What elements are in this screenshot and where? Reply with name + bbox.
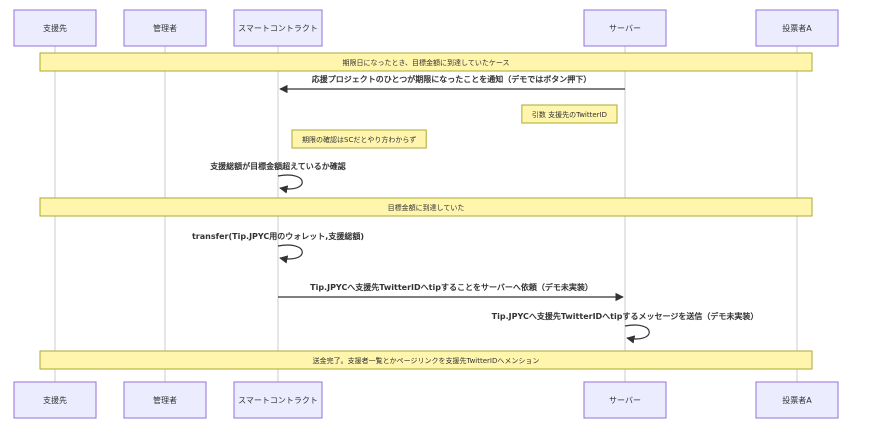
self-message-label: transfer(Tip.JPYC用のウォレット,支援総額) — [192, 231, 364, 241]
actor-label: 支援先 — [43, 23, 67, 33]
note-text: 引数 支援先のTwitterID — [532, 110, 607, 119]
message-label: 応援プロジェクトのひとつが期限になったことを通知（デモではボタン押下） — [312, 74, 591, 84]
banner-text: 目標金額に到達していた — [388, 203, 465, 212]
self-message-arrow — [624, 324, 650, 344]
self-message-label: 支援総額が目標金額超えているか確認 — [209, 161, 346, 171]
self-message-arrow — [277, 244, 303, 264]
actor-investor-top: 投票者A — [755, 9, 839, 47]
actor-contract-top: スマートコントラクト — [233, 9, 323, 47]
actor-admin-top: 管理者 — [123, 9, 207, 47]
actor-supported-top: 支援先 — [13, 9, 97, 47]
actors-top: 支援先 管理者 スマートコントラクト サーバー 投票者A — [13, 9, 839, 47]
self-message: 支援総額が目標金額超えているか確認 — [209, 161, 346, 194]
actors-bottom: 支援先 管理者 スマートコントラクト サーバー 投票者A — [13, 381, 839, 419]
banner-text: 送金完了。支援者一覧とかページリンクを支援先TwitterIDへメンション — [313, 356, 540, 365]
actor-label: スマートコントラクト — [238, 396, 318, 405]
diagram-items: 期限日になったとき、目標金額に到達していたケース応援プロジェクトのひとつが期限に… — [39, 52, 813, 370]
actor-label: 管理者 — [153, 395, 177, 405]
actor-label: サーバー — [609, 396, 641, 405]
banner-text: 期限日になったとき、目標金額に到達していたケース — [343, 58, 510, 67]
actor-admin-bottom: 管理者 — [123, 381, 207, 419]
banner-note: 送金完了。支援者一覧とかページリンクを支援先TwitterIDへメンション — [39, 350, 813, 370]
banner-note: 期限日になったとき、目標金額に到達していたケース — [39, 52, 813, 72]
actor-label: スマートコントラクト — [238, 24, 318, 33]
sequence-diagram: 支援先 管理者 スマートコントラクト サーバー 投票者A 支援先 管理者 スマートコントラク… — [13, 9, 839, 419]
note: 期限の確認はSCだとやり方わからず — [291, 129, 427, 149]
actor-label: 投票者A — [782, 395, 812, 405]
actor-supported-bottom: 支援先 — [13, 381, 97, 419]
self-message-arrow — [277, 174, 303, 194]
actor-label: 支援先 — [43, 395, 67, 405]
note: 引数 支援先のTwitterID — [521, 104, 618, 124]
message-label: Tip.JPYCへ支援先TwitterIDへtipすることをサーバーへ依頼（デモ… — [310, 282, 593, 292]
actor-server-bottom: サーバー — [583, 381, 667, 419]
banner-note: 目標金額に到達していた — [39, 197, 813, 217]
actor-server-top: サーバー — [583, 9, 667, 47]
message: Tip.JPYCへ支援先TwitterIDへtipすることをサーバーへ依頼（デモ… — [278, 282, 624, 302]
self-message-label: Tip.JPYCへ支援先TwitterIDへtipするメッセージを送信（デモ未実… — [492, 311, 759, 321]
message: 応援プロジェクトのひとつが期限になったことを通知（デモではボタン押下） — [279, 74, 625, 94]
note-text: 期限の確認はSCだとやり方わからず — [302, 135, 416, 144]
actor-label: 投票者A — [782, 23, 812, 33]
actor-contract-bottom: スマートコントラクト — [233, 381, 323, 419]
actor-investor-bottom: 投票者A — [755, 381, 839, 419]
actor-label: サーバー — [609, 24, 641, 33]
actor-label: 管理者 — [153, 23, 177, 33]
